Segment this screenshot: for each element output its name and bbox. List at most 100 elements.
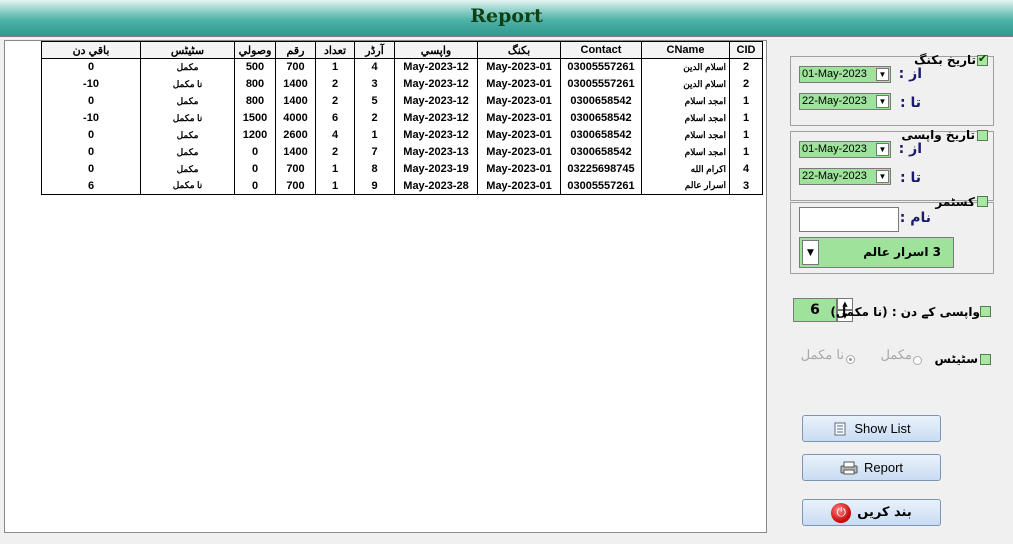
col-header-received[interactable]: وصولي xyxy=(234,41,276,59)
return-from-label: از : xyxy=(898,141,922,157)
cell-remaining-days: 0 xyxy=(41,58,141,76)
chevron-down-icon[interactable]: ▼ xyxy=(876,170,889,183)
booking-date-group: تاریخ بکنگ 01-May-2023 ▼ از : 22-May-202… xyxy=(790,52,994,126)
booking-to-date[interactable]: 22-May-2023 ▼ xyxy=(799,93,891,110)
customer-name-input[interactable] xyxy=(799,207,899,232)
return-days-label: واپسی کے دن : (نا مکمل) xyxy=(830,305,980,319)
report-grid[interactable]: باقي دن سٹیٹس وصولي رقم تعداد آرڈر واپسي… xyxy=(4,40,767,533)
status-radio-incomplete[interactable] xyxy=(846,355,855,364)
status-radio-complete[interactable] xyxy=(913,356,922,365)
cell-cname: امجد اسلام xyxy=(641,109,730,127)
col-header-cid[interactable]: CID xyxy=(729,41,763,59)
cell-received: 500 xyxy=(234,58,276,76)
col-header-contact[interactable]: Contact xyxy=(560,41,642,59)
col-header-booking-date[interactable]: بکنگ xyxy=(477,41,561,59)
cell-received: 0 xyxy=(234,160,276,178)
table-row[interactable]: -10 نا مکمل 1500 4000 6 2 May-2023-12 May-2023-… xyxy=(41,109,763,127)
cell-status: مکمل xyxy=(140,143,235,161)
table-row[interactable]: 6 نا مکمل 0 700 1 9 May-2023-28 May-2023-01 0300… xyxy=(41,177,763,195)
close-button[interactable]: ⏻ بند کریں xyxy=(802,499,941,526)
col-header-order[interactable]: آرڈر xyxy=(354,41,395,59)
power-icon: ⏻ xyxy=(831,502,852,523)
cell-remaining-days: -10 xyxy=(41,75,141,93)
report-button[interactable]: Report xyxy=(802,454,941,481)
cell-amount: 1400 xyxy=(275,143,316,161)
cell-booking-date: May-2023-01 xyxy=(477,58,561,76)
return-from-value: 01-May-2023 xyxy=(802,143,867,155)
cell-amount: 700 xyxy=(275,58,316,76)
table-body: 0 مکمل 500 700 1 4 May-2023-12 May-2023-01 03005… xyxy=(41,58,763,195)
cell-cid: 2 xyxy=(729,58,763,76)
title-bar: Report xyxy=(0,0,1013,37)
cell-cid: 1 xyxy=(729,143,763,161)
cell-status: نا مکمل xyxy=(140,109,235,127)
cell-return-date: May-2023-13 xyxy=(394,143,478,161)
cell-amount: 700 xyxy=(275,177,316,195)
cell-cid: 4 xyxy=(729,160,763,178)
return-to-value: 22-May-2023 xyxy=(802,170,867,182)
show-list-button[interactable]: Show List xyxy=(802,415,941,442)
table-row[interactable]: 0 مکمل 500 700 1 4 May-2023-12 May-2023-01 03005… xyxy=(41,58,763,76)
cell-contact: 03225698745 xyxy=(560,160,642,178)
return-to-date[interactable]: 22-May-2023 ▼ xyxy=(799,168,891,185)
col-header-quantity[interactable]: تعداد xyxy=(315,41,355,59)
cell-booking-date: May-2023-01 xyxy=(477,143,561,161)
status-checkbox[interactable] xyxy=(980,354,991,365)
col-header-return-date[interactable]: واپسي xyxy=(394,41,478,59)
cell-amount: 4000 xyxy=(275,109,316,127)
cell-booking-date: May-2023-01 xyxy=(477,177,561,195)
cell-contact: 0300658542 xyxy=(560,143,642,161)
return-days-checkbox[interactable] xyxy=(980,306,991,317)
cell-quantity: 2 xyxy=(315,75,355,93)
cell-cname: امجد اسلام xyxy=(641,143,730,161)
cell-contact: 03005557261 xyxy=(560,75,642,93)
customer-label: کسٹمر xyxy=(935,195,975,209)
table-row[interactable]: 0 مکمل 0 700 1 8 May-2023-19 May-2023-01 0322569… xyxy=(41,160,763,178)
customer-checkbox[interactable] xyxy=(977,196,988,207)
cell-cname: اسرار عالم xyxy=(641,177,730,195)
return-from-date[interactable]: 01-May-2023 ▼ xyxy=(799,141,891,158)
return-date-checkbox[interactable] xyxy=(977,130,988,141)
chevron-down-icon[interactable]: ▼ xyxy=(876,95,889,108)
cell-cname: اسلام الدين xyxy=(641,58,730,76)
cell-received: 800 xyxy=(234,75,276,93)
cell-cid: 3 xyxy=(729,177,763,195)
chevron-down-icon[interactable]: ▼ xyxy=(876,143,889,156)
booking-from-date[interactable]: 01-May-2023 ▼ xyxy=(799,66,891,83)
cell-order: 7 xyxy=(354,143,395,161)
cell-return-date: May-2023-12 xyxy=(394,109,478,127)
col-header-amount[interactable]: رقم xyxy=(275,41,316,59)
cell-quantity: 6 xyxy=(315,109,355,127)
table-row[interactable]: 0 مکمل 0 1400 2 7 May-2023-13 May-2023-01 030065… xyxy=(41,143,763,161)
booking-date-checkbox[interactable] xyxy=(977,52,988,66)
close-label: بند کریں xyxy=(857,505,912,520)
customer-select[interactable]: ▼ 3 اسرار عالم xyxy=(799,237,954,268)
col-header-cname[interactable]: CName xyxy=(641,41,730,59)
chevron-down-icon[interactable]: ▼ xyxy=(802,240,819,265)
status-option-incomplete: نا مکمل xyxy=(800,348,844,363)
cell-amount: 2600 xyxy=(275,126,316,144)
cell-booking-date: May-2023-01 xyxy=(477,109,561,127)
cell-return-date: May-2023-19 xyxy=(394,160,478,178)
cell-order: 3 xyxy=(354,75,395,93)
col-header-remaining-days[interactable]: باقي دن xyxy=(41,41,141,59)
cell-cname: اکرام الله xyxy=(641,160,730,178)
cell-status: نا مکمل xyxy=(140,177,235,195)
col-header-status[interactable]: سٹیٹس xyxy=(140,41,235,59)
table-row[interactable]: -10 نا مکمل 800 1400 2 3 May-2023-12 May-2023-0… xyxy=(41,75,763,93)
customer-name-label: نام : xyxy=(899,210,931,226)
cell-remaining-days: 6 xyxy=(41,177,141,195)
cell-received: 800 xyxy=(234,92,276,110)
cell-quantity: 1 xyxy=(315,177,355,195)
status-option-complete: مکمل xyxy=(880,348,912,363)
return-to-label: تا : xyxy=(900,170,921,186)
report-label: Report xyxy=(863,460,904,475)
cell-order: 8 xyxy=(354,160,395,178)
table-row[interactable]: 0 مکمل 1200 2600 4 1 May-2023-12 May-2023-01 030… xyxy=(41,126,763,144)
cell-remaining-days: 0 xyxy=(41,92,141,110)
report-table: باقي دن سٹیٹس وصولي رقم تعداد آرڈر واپسي… xyxy=(41,41,763,195)
table-row[interactable]: 0 مکمل 800 1400 2 5 May-2023-12 May-2023-01 0300… xyxy=(41,92,763,110)
customer-selected-value: 3 اسرار عالم xyxy=(863,245,941,259)
chevron-down-icon[interactable]: ▼ xyxy=(876,68,889,81)
cell-remaining-days: -10 xyxy=(41,109,141,127)
